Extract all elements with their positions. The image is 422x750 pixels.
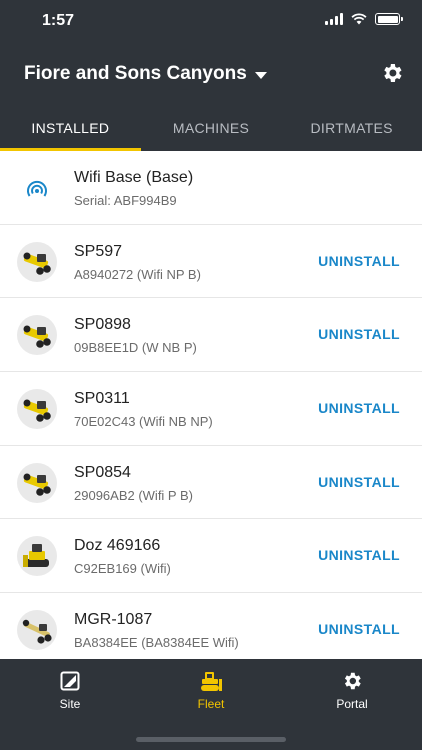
item-name: SP597 bbox=[74, 242, 123, 260]
motor-grader-icon bbox=[17, 315, 57, 356]
site-selector[interactable]: Fiore and Sons Canyons bbox=[24, 63, 267, 85]
nav-portal[interactable]: Portal bbox=[302, 669, 402, 711]
nav-fleet-label: Fleet bbox=[197, 697, 225, 711]
battery-icon bbox=[375, 13, 403, 25]
grader-icon bbox=[17, 610, 57, 651]
tab-machines[interactable]: MACHINES bbox=[141, 104, 282, 151]
nav-portal-label: Portal bbox=[336, 697, 368, 711]
uninstall-button[interactable]: UNINSTALL bbox=[318, 326, 400, 342]
item-serial: C92EB169 (Wifi) bbox=[74, 561, 171, 577]
caret-down-icon bbox=[254, 71, 267, 79]
site-map-icon bbox=[60, 669, 80, 693]
status-icons bbox=[325, 13, 403, 25]
item-name: SP0898 bbox=[74, 316, 131, 334]
list-item[interactable]: SP0898 09B8EE1D (W NB P) UNINSTALL bbox=[0, 298, 422, 373]
nav-fleet[interactable]: Fleet bbox=[161, 669, 261, 711]
tab-bar: INSTALLED MACHINES DIRTMATES bbox=[0, 104, 422, 151]
item-serial: 70E02C43 (Wifi NB NP) bbox=[74, 414, 213, 430]
item-name: Doz 469166 bbox=[74, 537, 161, 555]
status-time: 1:57 bbox=[42, 12, 75, 29]
site-title: Fiore and Sons Canyons bbox=[24, 63, 247, 84]
item-serial: 09B8EE1D (W NB P) bbox=[74, 340, 197, 356]
item-serial: 29096AB2 (Wifi P B) bbox=[74, 487, 193, 503]
uninstall-button[interactable]: UNINSTALL bbox=[318, 474, 400, 490]
header: Fiore and Sons Canyons bbox=[0, 44, 422, 104]
wifi-base-icon bbox=[17, 168, 57, 208]
uninstall-button[interactable]: UNINSTALL bbox=[318, 400, 400, 416]
wifi-status-icon bbox=[351, 13, 367, 25]
tab-dirtmates[interactable]: DIRTMATES bbox=[281, 104, 422, 151]
item-serial: Serial: ABF994B9 bbox=[74, 193, 177, 208]
motor-grader-icon bbox=[17, 462, 57, 503]
motor-grader-icon bbox=[17, 389, 57, 430]
list-item[interactable]: Doz 469166 C92EB169 (Wifi) UNINSTALL bbox=[0, 519, 422, 594]
list-item[interactable]: MGR-1087 BA8384EE (BA8384EE Wifi) UNINST… bbox=[0, 593, 422, 659]
item-name: SP0854 bbox=[74, 463, 131, 481]
bulldozer-icon bbox=[198, 669, 224, 693]
cellular-signal-icon bbox=[325, 13, 343, 25]
nav-site-label: Site bbox=[59, 697, 81, 711]
nav-site[interactable]: Site bbox=[20, 669, 120, 711]
item-name: Wifi Base (Base) bbox=[74, 169, 194, 186]
portal-gear-icon bbox=[341, 669, 363, 693]
item-name: MGR-1087 bbox=[74, 611, 153, 629]
list-item[interactable]: SP597 A8940272 (Wifi NP B) UNINSTALL bbox=[0, 225, 422, 299]
status-bar: 1:57 bbox=[0, 0, 422, 44]
dozer-icon bbox=[17, 536, 57, 577]
item-name: SP0311 bbox=[74, 390, 130, 408]
item-serial: A8940272 (Wifi NP B) bbox=[74, 266, 201, 282]
uninstall-button[interactable]: UNINSTALL bbox=[318, 621, 400, 637]
uninstall-button[interactable]: UNINSTALL bbox=[318, 253, 400, 269]
settings-gear-icon[interactable] bbox=[380, 61, 404, 85]
item-serial: BA8384EE (BA8384EE Wifi) bbox=[74, 635, 239, 651]
list-item[interactable]: SP0311 70E02C43 (Wifi NB NP) UNINSTALL bbox=[0, 372, 422, 446]
installed-list: Wifi Base (Base) Serial: ABF994B9 SP597 … bbox=[0, 151, 422, 659]
motor-grader-icon bbox=[17, 241, 57, 282]
home-indicator bbox=[136, 737, 286, 742]
list-item[interactable]: SP0854 29096AB2 (Wifi P B) UNINSTALL bbox=[0, 446, 422, 520]
uninstall-button[interactable]: UNINSTALL bbox=[318, 547, 400, 563]
list-item[interactable]: Wifi Base (Base) Serial: ABF994B9 bbox=[0, 151, 422, 225]
tab-installed[interactable]: INSTALLED bbox=[0, 104, 141, 151]
